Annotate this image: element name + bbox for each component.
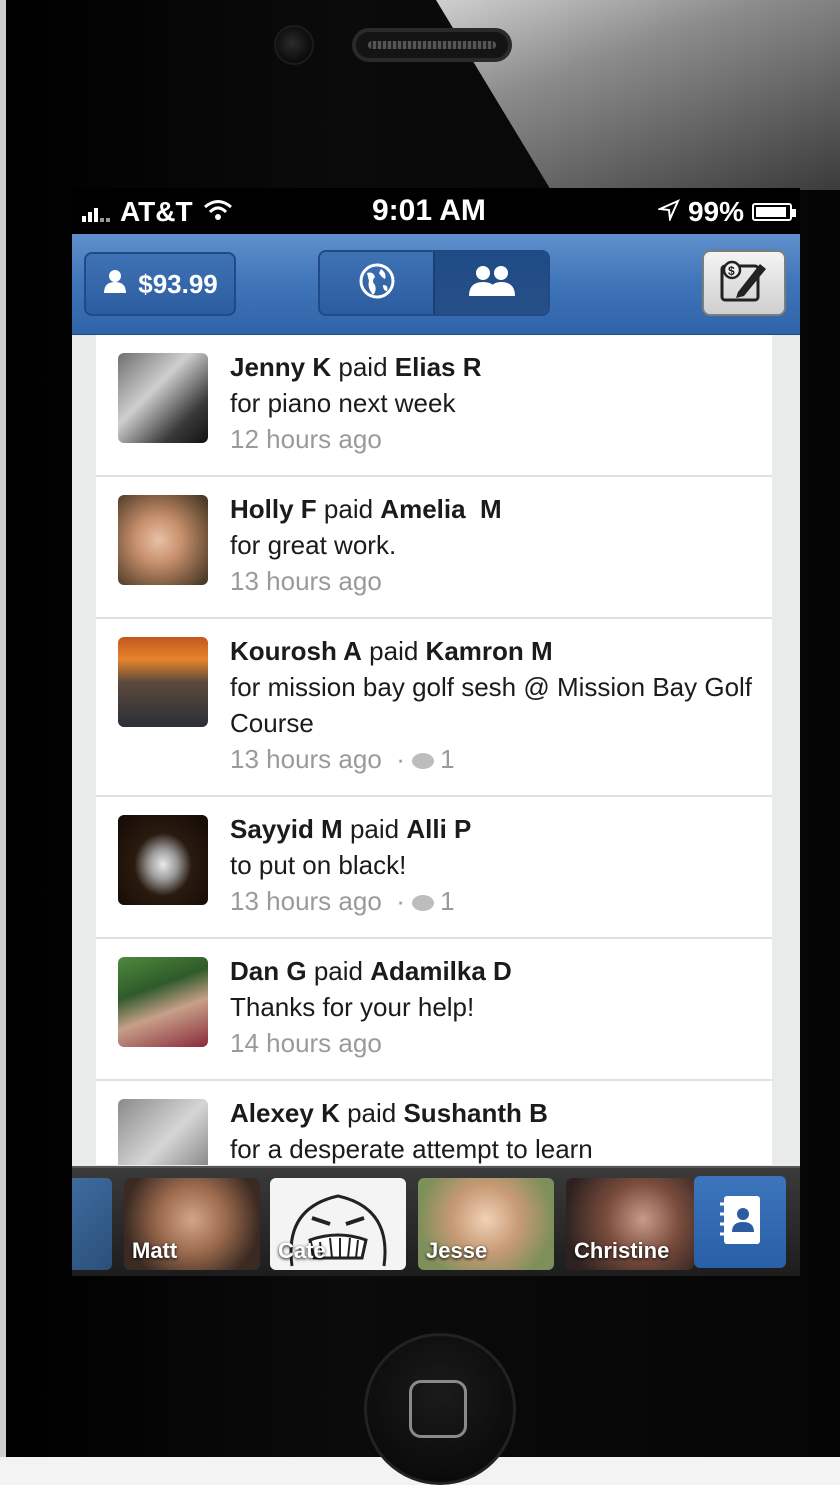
feed-item-headline: Dan G paid Adamilka D: [230, 953, 758, 989]
home-button[interactable]: [364, 1333, 516, 1485]
feed-item-headline: Sayyid M paid Alli P: [230, 811, 758, 847]
front-camera: [274, 25, 314, 65]
friend-name: Cate: [278, 1238, 326, 1263]
feed-item-headline: Kourosh A paid Kamron M: [230, 633, 758, 669]
friends-icon: [463, 264, 521, 303]
feed-item[interactable]: Holly F paid Amelia M for great work. 13…: [96, 477, 772, 619]
feed-item-body: Holly F paid Amelia M for great work. 13…: [230, 477, 772, 617]
battery-icon: [752, 203, 796, 221]
feed-item-body: Alexey K paid Sushanth B for a desperate…: [230, 1081, 772, 1165]
verb: paid: [347, 1098, 397, 1128]
contacts-button[interactable]: [694, 1176, 786, 1268]
comment-count[interactable]: 1: [440, 744, 454, 774]
friend-avatar[interactable]: Cate: [270, 1178, 406, 1270]
verb: paid: [338, 352, 388, 382]
timestamp: 12 hours ago: [230, 424, 382, 454]
payee-name[interactable]: Elias R: [395, 352, 482, 382]
payment-note: Thanks for your help!: [230, 992, 475, 1022]
location-arrow-icon: [656, 196, 680, 228]
comment-icon: [412, 895, 435, 912]
feed-item-body: Dan G paid Adamilka D Thanks for your he…: [230, 939, 772, 1079]
feed-item-body: Sayyid M paid Alli P to put on black! 13…: [230, 797, 772, 937]
payee-name[interactable]: Adamilka D: [370, 956, 512, 986]
screen: AT&T 9:01 AM 99% $93.99 $ Jenny K paid E…: [72, 188, 800, 1276]
clock: 9:01 AM: [372, 194, 486, 227]
avatar[interactable]: [118, 1099, 208, 1165]
globe-icon: [357, 261, 397, 306]
payee-name[interactable]: Sushanth B: [403, 1098, 547, 1128]
carrier-group: AT&T: [82, 196, 233, 228]
payment-feed: Jenny K paid Elias R for piano next week…: [96, 335, 772, 1165]
friend-avatar[interactable]: Jesse: [418, 1178, 554, 1270]
feed-item[interactable]: Jenny K paid Elias R for piano next week…: [96, 335, 772, 477]
feed-item-meta: 13 hours ago · 1: [230, 886, 455, 916]
avatar[interactable]: [118, 495, 208, 585]
timestamp: 13 hours ago: [230, 886, 382, 916]
feed-item-headline: Alexey K paid Sushanth B: [230, 1095, 758, 1131]
payment-note: for a desperate attempt to learn: [230, 1134, 593, 1164]
feed-item[interactable]: Kourosh A paid Kamron M for mission bay …: [96, 619, 772, 797]
friend-name: Christine: [574, 1238, 670, 1263]
avatar[interactable]: [118, 353, 208, 443]
friend-avatar-partial[interactable]: [72, 1178, 112, 1270]
verb: paid: [313, 956, 363, 986]
comment-icon: [412, 753, 435, 770]
battery-percent: 99%: [687, 196, 744, 227]
timestamp: 14 hours ago: [230, 1028, 382, 1058]
feed-item-body: Kourosh A paid Kamron M for mission bay …: [230, 619, 772, 795]
compose-pay-icon: $: [718, 258, 770, 309]
feed-item-headline: Jenny K paid Elias R: [230, 349, 758, 385]
balance-button[interactable]: $93.99: [84, 252, 236, 316]
avatar[interactable]: [118, 637, 208, 727]
payee-name[interactable]: Amelia M: [380, 494, 501, 524]
earpiece-speaker: [352, 28, 512, 62]
feed-item-meta: 13 hours ago · 1: [230, 744, 455, 774]
payment-note: for mission bay golf sesh @ Mission Bay …: [230, 672, 753, 738]
tab-public-feed[interactable]: [320, 252, 433, 314]
payment-note: for piano next week: [230, 388, 456, 418]
balance-amount: $93.99: [138, 268, 218, 299]
status-right: 99%: [656, 196, 796, 228]
wifi-icon: [203, 197, 233, 228]
user-icon: [102, 268, 128, 301]
payer-name[interactable]: Kourosh A: [230, 636, 362, 666]
tab-friends-feed[interactable]: [433, 252, 548, 314]
payer-name[interactable]: Alexey K: [230, 1098, 340, 1128]
timestamp: 13 hours ago: [230, 744, 382, 774]
feed-item-headline: Holly F paid Amelia M: [230, 491, 758, 527]
friends-bar: Matt Cate Jesse Christine: [72, 1166, 800, 1276]
svg-text:$: $: [728, 264, 735, 278]
payer-name[interactable]: Dan G: [230, 956, 307, 986]
payment-note: to put on black!: [230, 850, 407, 880]
signal-icon: [82, 202, 110, 222]
payee-name[interactable]: Alli P: [406, 814, 471, 844]
payee-name[interactable]: Kamron M: [426, 636, 553, 666]
payer-name[interactable]: Holly F: [230, 494, 317, 524]
payment-note: for great work.: [230, 530, 397, 560]
verb: paid: [369, 636, 419, 666]
verb: paid: [323, 494, 374, 524]
status-bar: AT&T 9:01 AM 99%: [72, 188, 800, 234]
avatar[interactable]: [118, 957, 208, 1047]
avatar[interactable]: [118, 815, 208, 905]
feed-item[interactable]: Dan G paid Adamilka D Thanks for your he…: [96, 939, 772, 1081]
feed-item[interactable]: Sayyid M paid Alli P to put on black! 13…: [96, 797, 772, 939]
payer-name[interactable]: Sayyid M: [230, 814, 343, 844]
address-book-icon: [714, 1192, 766, 1253]
friend-avatar[interactable]: Matt: [124, 1178, 260, 1270]
feed-segmented-control: [318, 250, 550, 316]
phone-frame: AT&T 9:01 AM 99% $93.99 $ Jenny K paid E…: [0, 0, 840, 1485]
nav-bar: $93.99 $: [72, 234, 800, 335]
carrier-label: AT&T: [120, 196, 193, 227]
feed-item[interactable]: Alexey K paid Sushanth B for a desperate…: [96, 1081, 772, 1165]
payer-name[interactable]: Jenny K: [230, 352, 331, 382]
comment-count[interactable]: 1: [440, 886, 454, 916]
timestamp: 13 hours ago: [230, 566, 382, 596]
feed-item-body: Jenny K paid Elias R for piano next week…: [230, 335, 772, 475]
compose-payment-button[interactable]: $: [702, 250, 786, 316]
verb: paid: [349, 814, 400, 844]
friend-name: Jesse: [426, 1238, 488, 1263]
friend-avatar[interactable]: Christine: [566, 1178, 694, 1270]
friend-name: Matt: [132, 1238, 178, 1263]
